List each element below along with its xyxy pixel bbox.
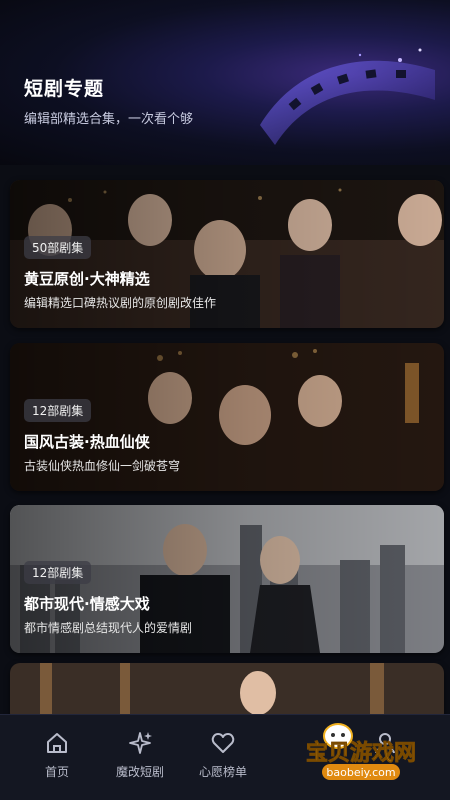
episode-count-badge: 50部剧集	[24, 236, 92, 259]
page-title: 短剧专题	[24, 78, 105, 100]
episode-count-badge: 12部剧集	[24, 399, 92, 422]
collection-card-1[interactable]: 50部剧集 黄豆原创·大神精选 编辑精选口碑热议剧的原创剧改佳作	[10, 180, 444, 328]
card-description: 古装仙侠热血修仙一剑破苍穹	[24, 459, 181, 473]
heart-icon	[211, 733, 235, 753]
tab-home[interactable]: 首页	[17, 729, 97, 780]
card-title: 黄豆原创·大神精选	[24, 270, 150, 288]
film-reel-icon	[260, 48, 435, 145]
site-watermark-logo: 宝贝游戏网 baobeiy.com	[306, 723, 416, 780]
card-title: 都市现代·情感大戏	[24, 595, 150, 613]
card-title: 国风古装·热血仙侠	[24, 433, 150, 451]
card-description: 编辑精选口碑热议剧的原创剧改佳作	[24, 296, 217, 310]
tab-remix-dramas[interactable]: 魔改短剧	[100, 729, 180, 780]
sparkle-icon	[129, 732, 152, 754]
card-description: 都市情感剧总结现代人的爱情剧	[24, 621, 193, 635]
collection-card-3[interactable]: 12部剧集 都市现代·情感大戏 都市情感剧总结现代人的爱情剧	[10, 505, 444, 653]
tab-wish-list[interactable]: 心愿榜单	[183, 729, 263, 780]
watermark-url: baobeiy.com	[326, 766, 395, 779]
episode-count-badge: 12部剧集	[24, 561, 92, 584]
tab-label: 心愿榜单	[198, 765, 247, 779]
collection-card-2[interactable]: 12部剧集 国风古装·热血仙侠 古装仙侠热血修仙一剑破苍穹	[10, 343, 444, 491]
watermark-text: 宝贝游戏网	[306, 740, 416, 766]
page-subtitle: 编辑部精选合集，一次看个够	[24, 112, 194, 127]
tab-label: 魔改短剧	[115, 765, 164, 779]
hero-banner: 短剧专题 编辑部精选合集，一次看个够	[0, 0, 450, 165]
home-icon	[47, 733, 67, 753]
tab-label: 首页	[44, 765, 69, 779]
